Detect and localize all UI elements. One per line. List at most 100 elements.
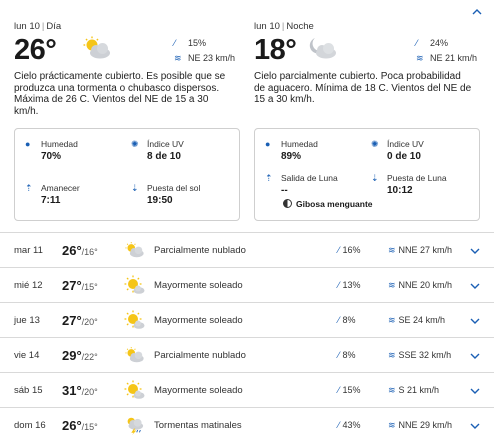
forecast-temps: 26°/16° (62, 242, 98, 260)
forecast-low: /22° (81, 352, 98, 362)
forecast-row[interactable]: mié 12 27°/15° Mayormente soleado ⁄ 13% ≋… (0, 267, 494, 302)
day-date: lun 10 (14, 21, 40, 32)
forecast-rain-value: 15% (342, 385, 361, 395)
collapse-chevron-icon[interactable] (472, 8, 482, 16)
raindrop-icon: ⁄ (338, 280, 340, 290)
forecast-row[interactable]: mar 11 26°/16° Parcialmente nublado ⁄ 16%… (0, 232, 494, 267)
forecast-temps: 27°/20° (62, 312, 98, 330)
wind-icon: ≋ (388, 350, 396, 360)
day-wind: ≋ NE 23 km/h (174, 53, 235, 64)
night-rain-value: 24% (430, 38, 449, 48)
night-humidity-label: Humedad (281, 139, 318, 149)
mostly-sunny-icon (123, 275, 145, 295)
uv-value: 8 de 10 (147, 151, 181, 162)
forecast-wind: ≋ NNE 20 km/h (388, 280, 452, 291)
moon-phase: Gibosa menguante (283, 199, 373, 209)
expand-chevron-icon[interactable] (470, 247, 480, 255)
forecast-low: /15° (81, 422, 98, 432)
expand-chevron-icon[interactable] (470, 387, 480, 395)
wind-icon: ≋ (388, 280, 396, 290)
forecast-rain: ⁄ 43% (338, 420, 361, 430)
forecast-day: mar 11 (14, 245, 43, 256)
forecast-temps: 27°/15° (62, 277, 98, 295)
forecast-row[interactable]: vie 14 29°/22° Parcialmente nublado ⁄ 8% … (0, 337, 494, 372)
raindrop-icon: ⁄ (416, 38, 418, 48)
wind-icon: ≋ (416, 53, 424, 63)
expand-chevron-icon[interactable] (470, 282, 480, 290)
forecast-rain: ⁄ 15% (338, 385, 361, 395)
forecast-rain-value: 13% (342, 280, 361, 290)
day-wind-value: NE 23 km/h (188, 53, 236, 63)
sunset-value: 19:50 (147, 195, 173, 206)
day-period: Día (46, 21, 62, 32)
forecast-high: 26° (62, 243, 82, 258)
night-details-card: ● Humedad 89% ✺ Índice UV 0 de 10 ⇡ Sali… (254, 128, 480, 221)
forecast-high: 27° (62, 278, 82, 293)
day-period-label: lun 10 | Día (14, 21, 62, 32)
day-rain-value: 15% (188, 38, 207, 48)
sun-icon: ✺ (371, 139, 379, 149)
forecast-high: 29° (62, 348, 82, 363)
forecast-row[interactable]: dom 16 26°/15° Tormentas matinales ⁄ 43% … (0, 407, 494, 440)
moonset-label: Puesta de Luna (387, 173, 447, 183)
forecast-temps: 26°/15° (62, 417, 98, 435)
sunset-label: Puesta del sol (147, 183, 201, 193)
forecast-day: vie 14 (14, 350, 40, 361)
forecast-row[interactable]: sáb 15 31°/20° Mayormente soleado ⁄ 15% ≋… (0, 372, 494, 407)
night-period-label: lun 10 | Noche (254, 21, 314, 32)
night-temperature: 18° (254, 34, 297, 66)
moon-phase-icon (283, 199, 292, 208)
forecast-wind: ≋ NNE 27 km/h (388, 245, 452, 256)
forecast-rain: ⁄ 16% (338, 245, 361, 255)
moon-phase-label: Gibosa menguante (296, 199, 373, 209)
raindrop-icon: ⁄ (338, 420, 340, 430)
night-period: Noche (286, 21, 314, 32)
humidity-icon: ● (265, 139, 271, 149)
forecast-high: 27° (62, 313, 82, 328)
forecast-low: /16° (81, 247, 98, 257)
forecast-wind: ≋ NNE 29 km/h (388, 420, 452, 431)
forecast-description: Mayormente soleado (154, 280, 243, 291)
humidity-value: 70% (41, 151, 62, 162)
night-uv-label: Índice UV (387, 139, 424, 149)
day-temperature: 26° (14, 34, 57, 66)
forecast-description: Mayormente soleado (154, 315, 243, 326)
night-humidity-value: 89% (281, 151, 302, 162)
wind-icon: ≋ (388, 245, 396, 255)
partly-cloudy-icon (123, 345, 145, 365)
sunrise-value: 7:11 (41, 195, 61, 206)
expand-chevron-icon[interactable] (470, 352, 480, 360)
forecast-description: Parcialmente nublado (154, 245, 246, 256)
forecast-low: /15° (81, 282, 98, 292)
forecast-wind-value: NNE 20 km/h (398, 280, 453, 290)
day-description: Cielo prácticamente cubierto. Es posible… (14, 71, 226, 117)
forecast-row[interactable]: jue 13 27°/20° Mayormente soleado ⁄ 8% ≋ S… (0, 302, 494, 337)
raindrop-icon: ⁄ (338, 245, 340, 255)
sunrise-icon: ⇡ (25, 183, 33, 193)
moonrise-value: -- (281, 185, 288, 196)
day-rain-chance: ⁄ 15% (174, 38, 206, 48)
forecast-rain-value: 8% (342, 315, 356, 325)
forecast-wind-value: NNE 29 km/h (398, 420, 453, 430)
forecast-description: Parcialmente nublado (154, 350, 246, 361)
forecast-wind-value: SE 24 km/h (398, 315, 446, 325)
forecast-day: dom 16 (14, 420, 46, 431)
expand-chevron-icon[interactable] (470, 317, 480, 325)
forecast-rain: ⁄ 8% (338, 350, 356, 360)
forecast-wind-value: NNE 27 km/h (398, 245, 453, 255)
expand-chevron-icon[interactable] (470, 422, 480, 430)
forecast-day: mié 12 (14, 280, 43, 291)
raindrop-icon: ⁄ (338, 315, 340, 325)
sunset-icon: ⇣ (131, 183, 139, 193)
forecast-rain: ⁄ 8% (338, 315, 356, 325)
forecast-rain-value: 8% (342, 350, 356, 360)
moonrise-label: Salida de Luna (281, 173, 338, 183)
today-section: lun 10 | Día 26° ⁄ 15% ≋ NE 23 km/h Cielo pr… (0, 0, 494, 232)
wind-icon: ≋ (174, 53, 182, 63)
forecast-wind: ≋ SE 24 km/h (388, 315, 445, 326)
night-cloudy-icon (306, 36, 338, 60)
partly-cloudy-icon (80, 36, 112, 60)
forecast-low: /20° (81, 317, 98, 327)
forecast-wind-value: SSE 32 km/h (398, 350, 452, 360)
sun-icon: ✺ (131, 139, 139, 149)
